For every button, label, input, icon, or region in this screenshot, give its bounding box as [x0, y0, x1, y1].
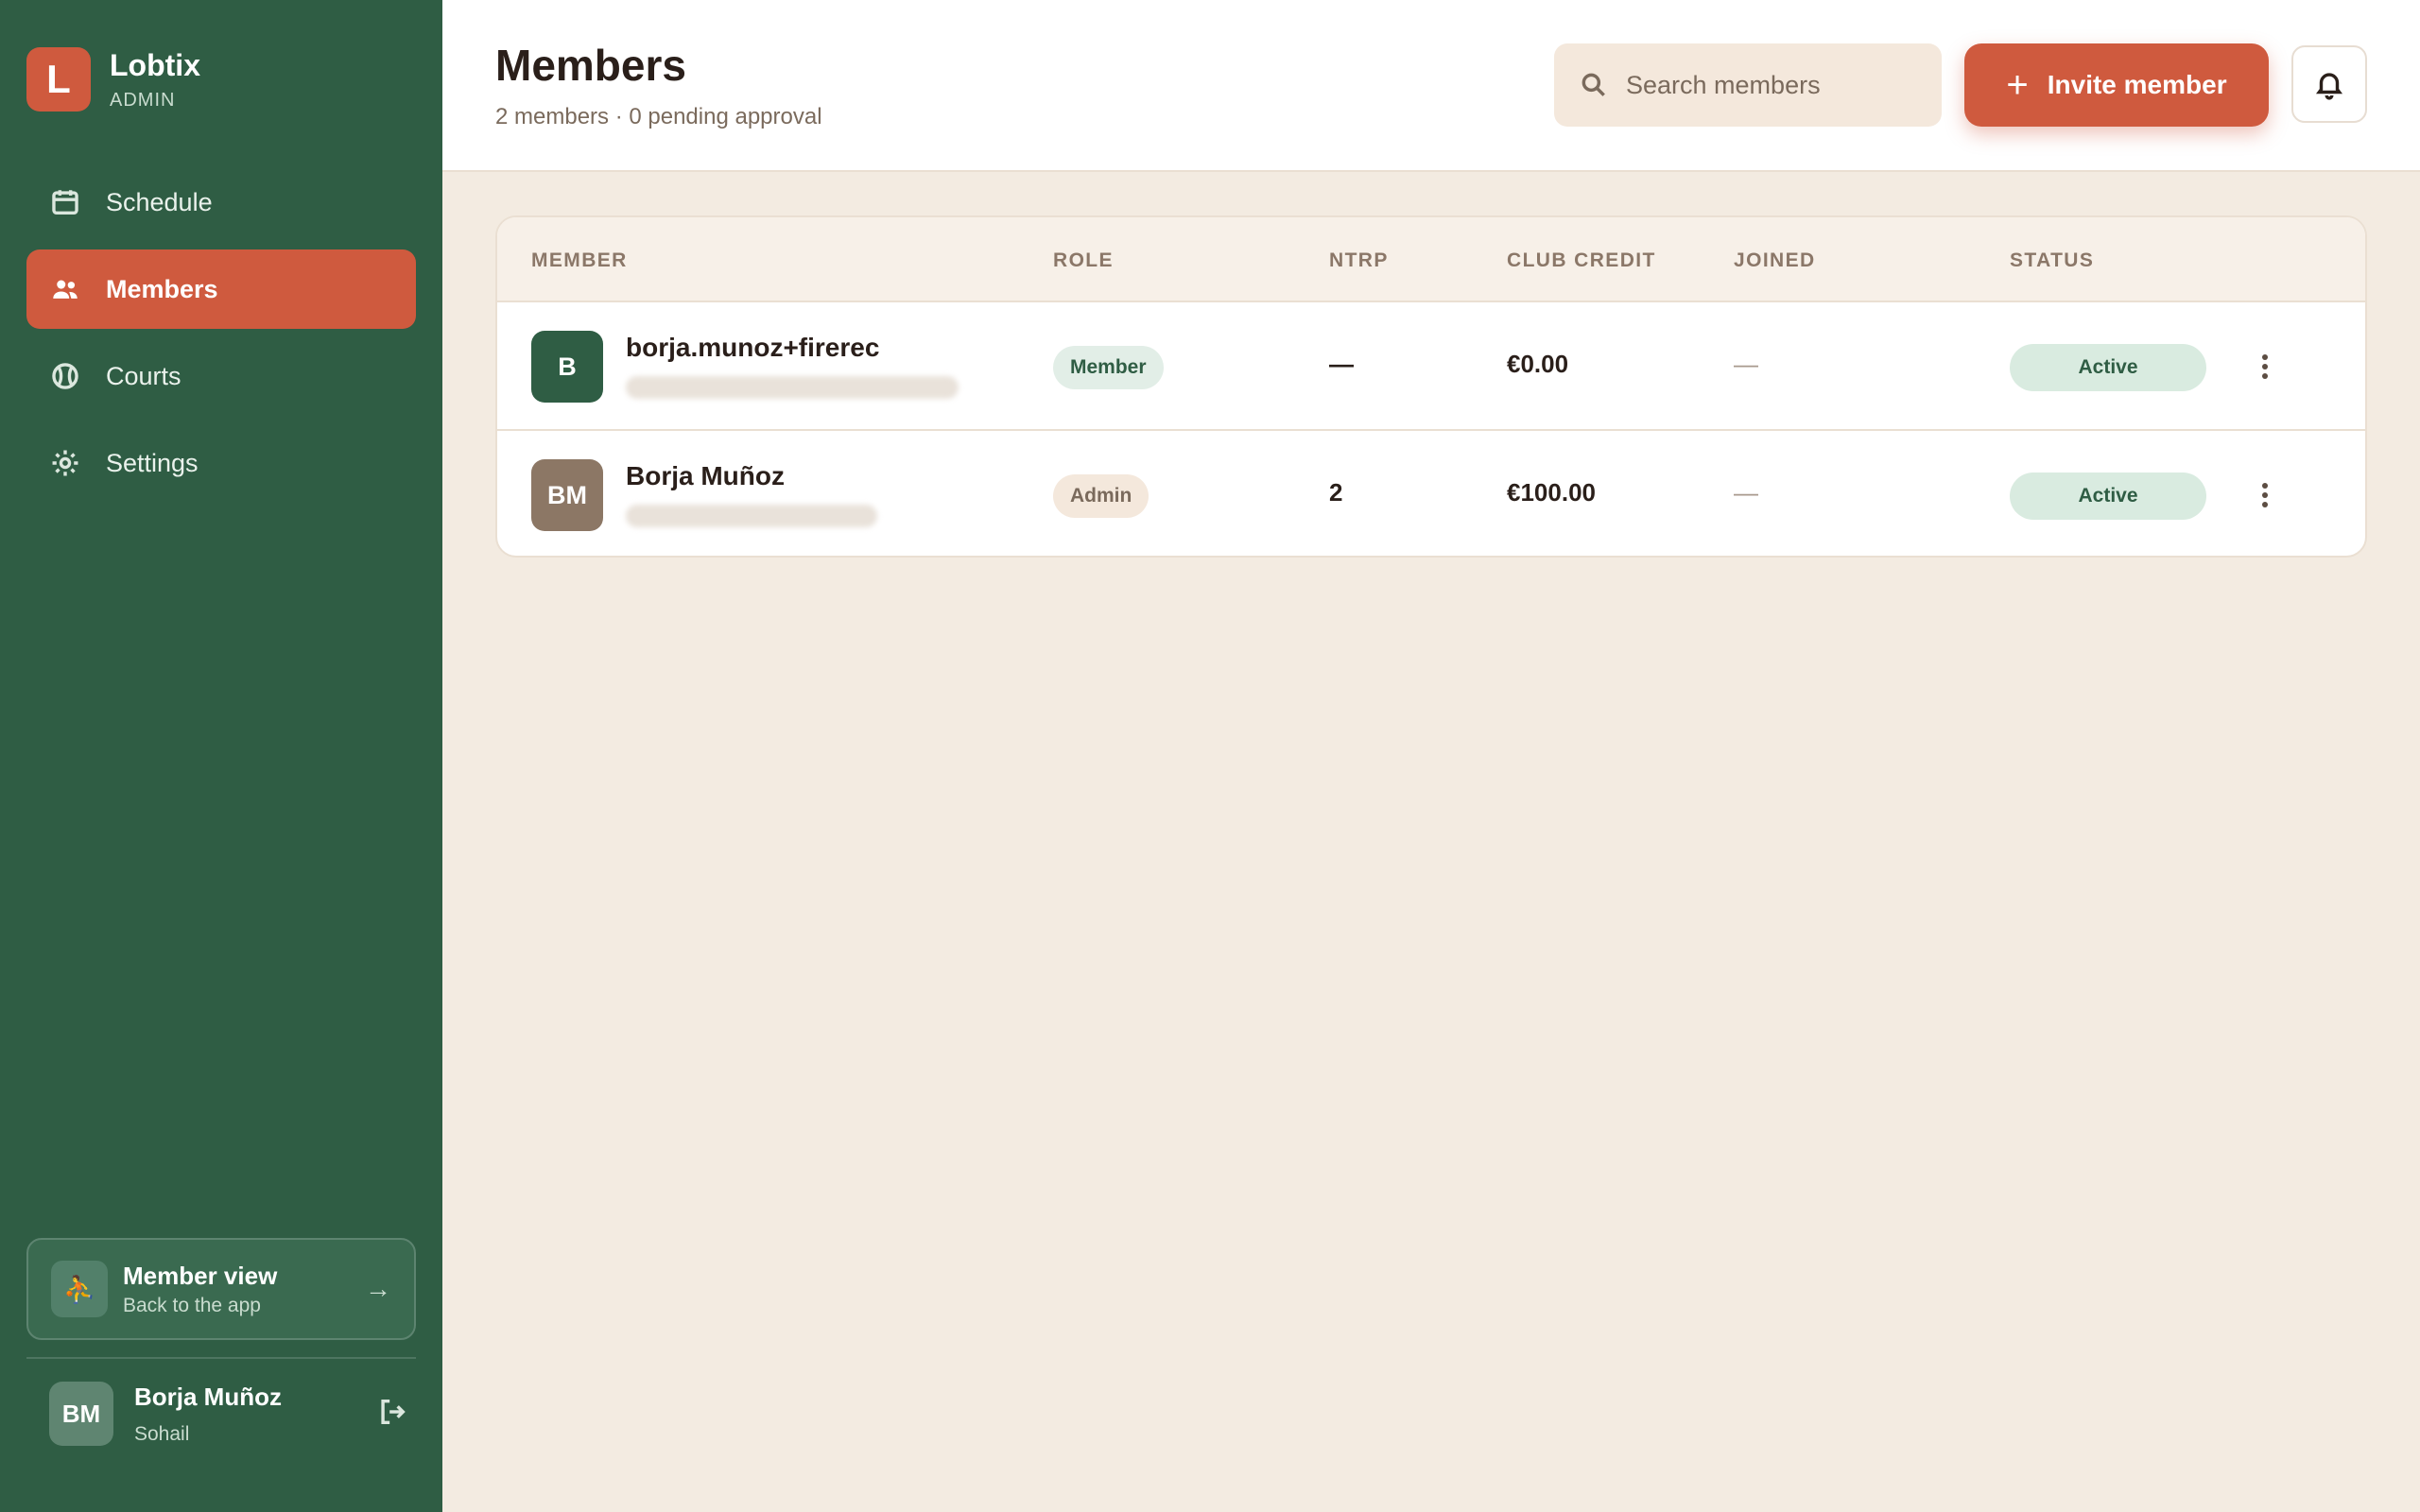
search-icon [1582, 73, 1605, 96]
sidebar-item-schedule[interactable]: Schedule [26, 163, 416, 242]
sidebar: L Lobtix ADMIN Schedule Members Courts S… [0, 0, 442, 1512]
member-email-redacted [626, 376, 959, 399]
page-header: Members 2 members · 0 pending approval +… [442, 0, 2420, 172]
page-title: Members [495, 41, 686, 90]
sidebar-item-label: Members [106, 274, 218, 303]
brand-subtitle: ADMIN [110, 89, 176, 111]
more-options-icon[interactable] [2246, 348, 2284, 386]
brand[interactable]: L Lobtix ADMIN [26, 47, 200, 112]
column-header-ntrp: NTRP [1329, 249, 1389, 271]
search-box[interactable] [1554, 43, 1942, 127]
member-name: Borja Muñoz [626, 461, 785, 490]
avatar: BM [49, 1382, 113, 1446]
bell-icon [2315, 73, 2343, 100]
column-header-role: ROLE [1053, 249, 1114, 271]
page-subtitle: 2 members · 0 pending approval [495, 104, 822, 129]
logout-icon[interactable] [376, 1396, 408, 1433]
joined-value: — [1734, 350, 1758, 378]
invite-member-label: Invite member [2047, 70, 2227, 99]
plus-icon: + [2006, 64, 2029, 106]
column-header-club-credit: CLUB CREDIT [1507, 249, 1656, 271]
invite-member-button[interactable]: + Invite member [1964, 43, 2269, 127]
user-text: Borja Muñoz Sohail [134, 1383, 376, 1446]
member-name: borja.munoz+firerec [626, 333, 880, 362]
sidebar-item-label: Schedule [106, 187, 213, 216]
table-row[interactable]: BM Borja Muñoz Admin 2 €100.00 — Active [497, 431, 2365, 556]
sidebar-item-settings[interactable]: Settings [26, 423, 416, 503]
member-view-subtitle: Back to the app [123, 1294, 261, 1316]
gear-icon [49, 447, 81, 479]
brand-name: Lobtix [110, 47, 200, 82]
arrow-right-icon: → [365, 1274, 391, 1303]
notifications-button[interactable] [2291, 45, 2367, 123]
calendar-icon [49, 186, 81, 218]
member-view-text: Member view Back to the app [123, 1262, 365, 1317]
user-subtitle: Sohail [134, 1422, 190, 1445]
ntrp-value: 2 [1329, 478, 1343, 507]
sidebar-item-courts[interactable]: Courts [26, 336, 416, 416]
member-view-title: Member view [123, 1261, 278, 1290]
sidebar-item-label: Settings [106, 448, 199, 477]
ball-icon [49, 360, 81, 392]
member-email-redacted [626, 505, 877, 527]
sidebar-divider [26, 1357, 416, 1359]
role-badge: Admin [1053, 474, 1150, 518]
avatar: BM [531, 459, 603, 531]
column-header-joined: JOINED [1734, 249, 1816, 271]
club-credit-value: €0.00 [1507, 350, 1569, 378]
search-input[interactable] [1626, 70, 1928, 100]
status-badge: Active [2010, 344, 2206, 391]
table-row[interactable]: B borja.munoz+firerec Member — €0.00 — A… [497, 302, 2365, 431]
avatar: B [531, 331, 603, 403]
user-name: Borja Muñoz [134, 1382, 282, 1411]
person-icon: ⛹ [51, 1261, 108, 1317]
members-table: MEMBER ROLE NTRP CLUB CREDIT JOINED STAT… [495, 215, 2367, 558]
ntrp-value: — [1329, 350, 1354, 378]
table-header: MEMBER ROLE NTRP CLUB CREDIT JOINED STAT… [497, 217, 2365, 302]
column-header-member: MEMBER [531, 249, 628, 271]
brand-text: Lobtix ADMIN [110, 48, 200, 112]
sidebar-nav: Schedule Members Courts Settings [26, 163, 416, 510]
club-credit-value: €100.00 [1507, 478, 1596, 507]
sidebar-item-members[interactable]: Members [26, 249, 416, 329]
member-view-button[interactable]: ⛹ Member view Back to the app → [26, 1238, 416, 1340]
joined-value: — [1734, 478, 1758, 507]
column-header-status: STATUS [2010, 249, 2095, 271]
people-icon [49, 273, 81, 305]
more-options-icon[interactable] [2246, 476, 2284, 514]
role-badge: Member [1053, 346, 1164, 389]
user-profile[interactable]: BM Borja Muñoz Sohail [49, 1382, 408, 1446]
sidebar-item-label: Courts [106, 361, 182, 390]
status-badge: Active [2010, 472, 2206, 520]
brand-logo: L [26, 47, 91, 112]
